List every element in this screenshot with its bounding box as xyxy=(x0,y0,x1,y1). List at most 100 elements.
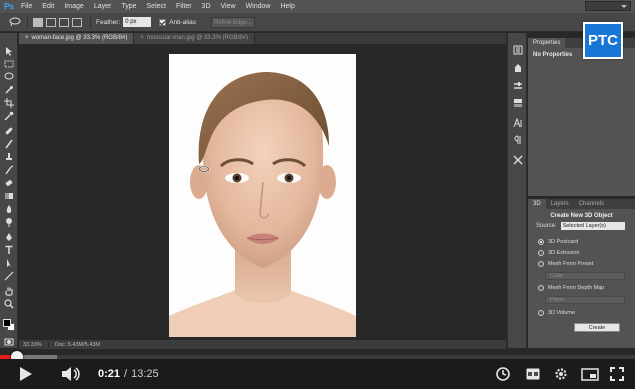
add-selection-icon[interactable] xyxy=(46,17,56,27)
settings-icon[interactable] xyxy=(553,366,569,382)
menu-filter[interactable]: Filter xyxy=(171,3,197,10)
eraser-tool-icon[interactable] xyxy=(3,177,15,188)
source-select[interactable]: Selected Layer(s) xyxy=(560,222,625,230)
radio-button[interactable] xyxy=(538,250,544,256)
properties-panel: Properties No Properties xyxy=(528,38,635,196)
option-label: Mesh From Depth Map xyxy=(548,285,605,291)
ptc-watermark-logo: PTC xyxy=(583,22,623,59)
tab-woman-face[interactable]: × woman-face.jpg @ 33.3% (RGB/8#) xyxy=(19,33,135,44)
menu-layer[interactable]: Layer xyxy=(89,3,117,10)
clone-stamp-tool-icon[interactable] xyxy=(3,151,15,162)
intersect-selection-icon[interactable] xyxy=(72,17,82,27)
current-time: 0:21 xyxy=(98,368,121,380)
antialias-checkbox[interactable] xyxy=(159,18,167,26)
source-row: Source: Selected Layer(s) xyxy=(536,222,635,230)
lasso-preset-icon[interactable] xyxy=(8,16,22,28)
path-selection-tool-icon[interactable] xyxy=(3,257,15,268)
refine-edge-button[interactable]: Refine Edge... xyxy=(210,16,255,28)
history-brush-tool-icon[interactable] xyxy=(3,164,15,175)
radio-button[interactable] xyxy=(538,285,544,291)
crop-tool-icon[interactable] xyxy=(3,97,15,108)
option-mesh-from-depth-map[interactable]: Mesh From Depth Map xyxy=(538,285,604,291)
move-tool-icon[interactable] xyxy=(3,45,15,56)
clock-icon[interactable] xyxy=(495,366,511,382)
document-image[interactable] xyxy=(169,54,356,337)
play-icon[interactable] xyxy=(18,366,34,382)
radio-button[interactable] xyxy=(538,239,544,245)
hand-tool-icon[interactable] xyxy=(3,285,15,296)
menu-3d[interactable]: 3D xyxy=(197,3,216,10)
depth-map-select[interactable]: Plane xyxy=(545,296,625,304)
quick-select-tool-icon[interactable] xyxy=(3,84,15,95)
tab-channels[interactable]: Channels xyxy=(574,199,609,209)
create-button[interactable]: Create xyxy=(574,323,620,332)
menu-select[interactable]: Select xyxy=(142,3,171,10)
marquee-tool-icon[interactable] xyxy=(3,58,15,69)
option-mesh-from-preset[interactable]: Mesh From Preset xyxy=(538,261,593,267)
preset-select[interactable]: Cube xyxy=(545,272,625,280)
close-icon[interactable]: × xyxy=(140,33,144,44)
menu-help[interactable]: Help xyxy=(275,3,299,10)
pen-tool-icon[interactable] xyxy=(3,231,15,242)
tool-presets-panel-icon[interactable] xyxy=(513,155,523,165)
menu-bar: Ps File Edit Image Layer Type Select Fil… xyxy=(0,0,635,13)
menu-image[interactable]: Image xyxy=(59,3,88,10)
healing-brush-tool-icon[interactable] xyxy=(3,125,15,136)
collapsed-panel-dock xyxy=(507,33,527,348)
option-label: 3D Extrusion xyxy=(548,250,580,256)
history-panel-icon[interactable] xyxy=(513,45,523,55)
miniplayer-icon[interactable] xyxy=(581,366,599,382)
fullscreen-icon[interactable] xyxy=(609,366,625,382)
shape-tool-icon[interactable] xyxy=(3,270,15,281)
type-tool-icon[interactable] xyxy=(3,244,15,255)
tab-3d[interactable]: 3D xyxy=(528,199,546,209)
tab-label: muscular-man.jpg @ 33.3% (RGB/8#) xyxy=(146,35,248,41)
captions-icon[interactable] xyxy=(525,366,541,382)
option-label: Mesh From Preset xyxy=(548,261,594,267)
tab-layers[interactable]: Layers xyxy=(546,199,574,209)
menu-file[interactable]: File xyxy=(16,3,37,10)
option-3d-extrusion[interactable]: 3D Extrusion xyxy=(538,250,580,256)
separator xyxy=(90,15,91,29)
feather-label: Feather: xyxy=(96,18,121,26)
eyedropper-tool-icon[interactable] xyxy=(3,110,15,121)
lasso-tool-icon[interactable] xyxy=(3,71,15,82)
volume-icon[interactable] xyxy=(60,366,82,382)
adjustments-panel-icon[interactable] xyxy=(513,81,523,91)
actions-panel-icon[interactable] xyxy=(513,63,523,73)
quick-mask-icon[interactable] xyxy=(3,336,15,347)
tab-muscular-man[interactable]: × muscular-man.jpg @ 33.3% (RGB/8#) xyxy=(134,33,255,44)
zoom-level[interactable]: 33.33% xyxy=(19,341,49,348)
document-size[interactable]: Doc: 5.43M/5.43M xyxy=(49,342,100,348)
gradient-tool-icon[interactable] xyxy=(3,190,15,201)
menu-edit[interactable]: Edit xyxy=(37,3,59,10)
status-bar: 33.33% Doc: 5.43M/5.43M xyxy=(19,340,506,349)
styles-panel-icon[interactable] xyxy=(513,98,523,108)
panel-3d-tabbar: 3D Layers Channels xyxy=(528,199,635,209)
character-panel-icon[interactable] xyxy=(513,117,523,128)
menu-view[interactable]: View xyxy=(216,3,241,10)
brush-tool-icon[interactable] xyxy=(3,138,15,149)
new-selection-icon[interactable] xyxy=(33,17,43,27)
feather-input[interactable]: 0 px xyxy=(123,17,152,27)
radio-button[interactable] xyxy=(538,310,544,316)
foreground-color-swatch[interactable] xyxy=(3,319,11,327)
source-select-value: Selected Layer(s) xyxy=(562,223,606,229)
option-3d-postcard[interactable]: 3D Postcard xyxy=(538,239,578,245)
dodge-tool-icon[interactable] xyxy=(3,216,15,227)
paragraph-panel-icon[interactable] xyxy=(513,135,523,145)
subtract-selection-icon[interactable] xyxy=(59,17,69,27)
document-tabs: × woman-face.jpg @ 33.3% (RGB/8#) × musc… xyxy=(19,33,506,44)
option-3d-volume[interactable]: 3D Volume xyxy=(538,310,575,316)
menu-window[interactable]: Window xyxy=(241,3,276,10)
canvas-area[interactable] xyxy=(19,44,506,340)
zoom-tool-icon[interactable] xyxy=(3,298,15,309)
blur-tool-icon[interactable] xyxy=(3,203,15,214)
close-icon[interactable]: × xyxy=(25,33,29,44)
radio-button[interactable] xyxy=(538,261,544,267)
option-label: 3D Postcard xyxy=(548,239,579,245)
woman-face-photo xyxy=(169,72,356,337)
menu-type[interactable]: Type xyxy=(116,3,141,10)
tab-properties[interactable]: Properties xyxy=(528,38,566,48)
workspace-switcher[interactable] xyxy=(585,1,631,11)
